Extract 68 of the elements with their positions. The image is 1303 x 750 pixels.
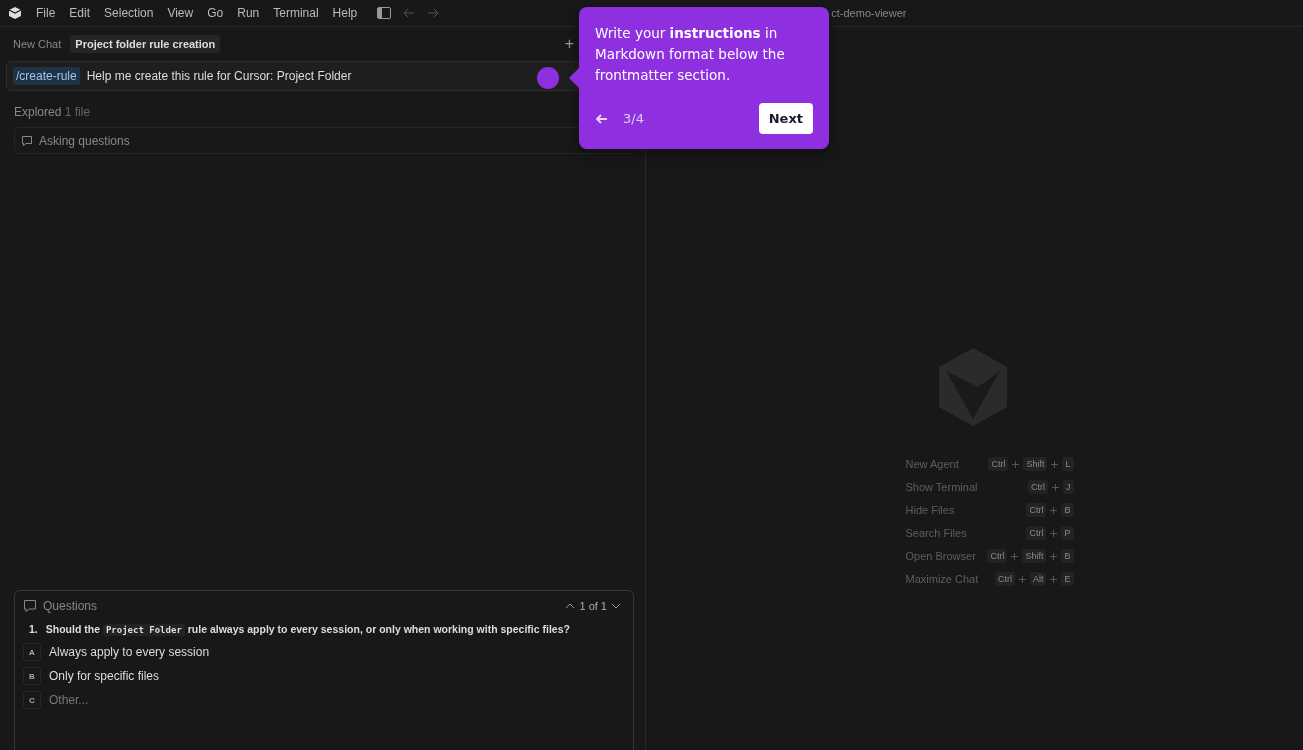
pager-text: 1 of 1 — [579, 600, 607, 612]
shortcut-label: Show Terminal — [905, 481, 978, 493]
prompt-text: Help me create this rule for Cursor: Project Folder — [86, 69, 352, 83]
plus-icon — [1050, 552, 1058, 560]
key-cap: Ctrl — [994, 572, 1015, 586]
chat-tab[interactable]: New Chat — [8, 35, 67, 53]
question-text: Should the Project Folder rule always apply to every session, or only when working with specific files? — [45, 623, 570, 635]
plus-icon — [1018, 575, 1026, 583]
panel-title: Questions — [43, 599, 99, 613]
key-cap: P — [1061, 526, 1074, 540]
sidebar-toggle-icon — [377, 7, 392, 19]
option-letter[interactable]: C — [23, 691, 41, 709]
menu-item[interactable]: View — [167, 6, 194, 20]
key-cap: Ctrl — [1028, 480, 1048, 494]
chat-tab[interactable]: Project folder rule creation — [70, 35, 221, 53]
step-counter: 3/4 — [623, 111, 645, 126]
next-button[interactable]: Next — [758, 103, 813, 134]
plus-icon — [1050, 575, 1058, 583]
key-cap: B — [1061, 503, 1074, 517]
chevron-down-icon — [611, 603, 621, 609]
command-tag: /create-rule — [13, 67, 80, 85]
shortcut-label: Maximize Chat — [905, 573, 979, 585]
menu-item[interactable]: Terminal — [273, 6, 319, 20]
menu-item[interactable]: File — [36, 6, 56, 20]
app-logo-icon — [8, 6, 22, 20]
chat-question-icon — [23, 599, 37, 613]
plus-icon — [1011, 552, 1019, 560]
key-cap: E — [1061, 572, 1074, 586]
question-number: 1. — [29, 623, 38, 635]
shortcut-label: Hide Files — [905, 504, 955, 516]
window-title: ct-demo-viewer — [831, 7, 907, 19]
add-chat-button[interactable]: + — [564, 35, 574, 53]
explored-summary: Explored 1 file — [14, 105, 91, 119]
status-text: Asking questions — [39, 133, 130, 148]
shortcut-label: New Agent — [905, 458, 959, 470]
key-cap: Alt — [1029, 572, 1047, 586]
chevron-up-icon — [565, 603, 576, 609]
key-cap: L — [1062, 457, 1074, 471]
chat-question-icon — [21, 134, 33, 147]
key-cap: Ctrl — [988, 457, 1009, 471]
key-cap: Ctrl — [1026, 503, 1047, 517]
plus-icon — [1050, 506, 1058, 514]
option-letter[interactable]: B — [23, 667, 41, 685]
shortcut-label: Search Files — [905, 527, 967, 539]
forward-arrow-icon — [427, 8, 440, 18]
back-arrow-icon — [403, 8, 416, 18]
menu-item[interactable]: Help — [332, 6, 358, 20]
menu-item[interactable]: Selection — [104, 6, 154, 20]
key-cap: Shift — [1022, 549, 1047, 563]
key-cap: Ctrl — [1026, 526, 1047, 540]
menu-item[interactable]: Go — [207, 6, 224, 20]
menu-item[interactable]: Edit — [69, 6, 91, 20]
menu-item[interactable]: Run — [237, 6, 260, 20]
option-letter[interactable]: A — [23, 643, 41, 661]
plus-icon — [1052, 483, 1059, 491]
key-cap: Shift — [1023, 457, 1048, 471]
key-cap: B — [1061, 549, 1074, 563]
key-cap: Ctrl — [987, 549, 1008, 563]
key-cap: J — [1063, 480, 1074, 494]
shortcut-label: Open Browser — [905, 550, 976, 562]
other-option[interactable]: Other... — [49, 693, 89, 707]
answer-option[interactable]: Only for specific files — [49, 669, 160, 683]
plus-icon — [1050, 529, 1058, 537]
plus-icon — [1051, 460, 1059, 468]
tour-text: Write your instructions in Markdown format below the frontmatter section. — [595, 24, 786, 85]
answer-option[interactable]: Always apply to every session — [49, 645, 210, 659]
back-arrow-icon — [595, 113, 607, 124]
plus-icon — [1012, 460, 1020, 468]
